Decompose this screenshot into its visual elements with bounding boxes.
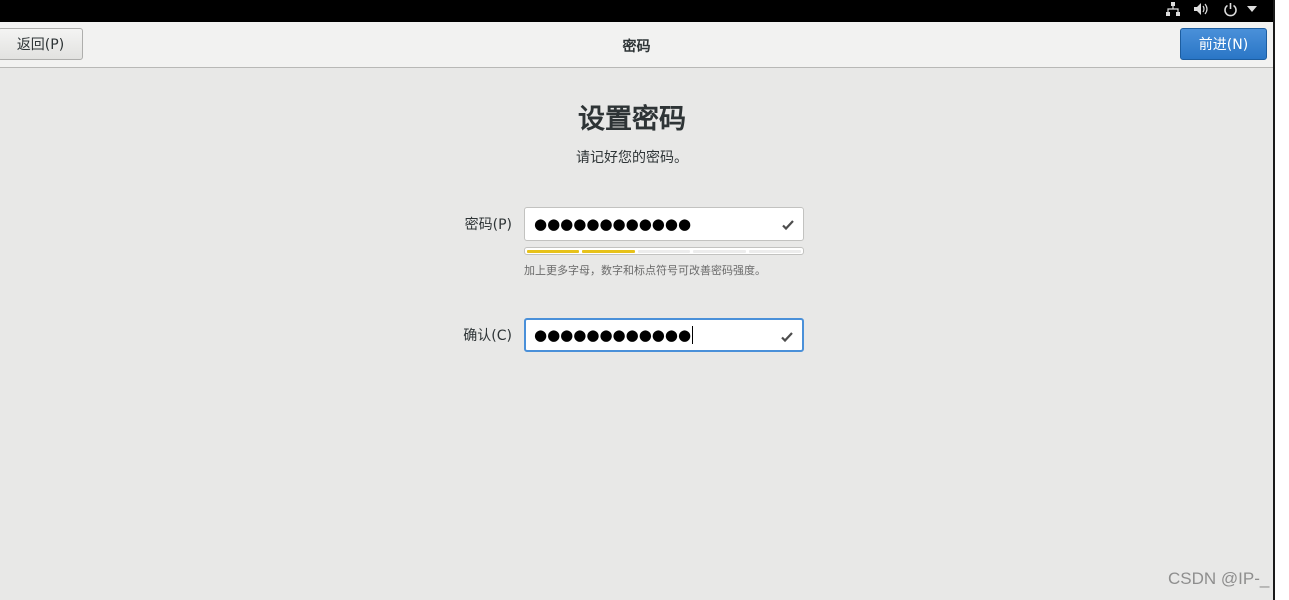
watermark: CSDN @IP-_ bbox=[1168, 569, 1270, 588]
window-edge bbox=[1273, 0, 1289, 600]
page-subtitle: 请记好您的密码。 bbox=[576, 150, 688, 166]
header-title: 密码 bbox=[622, 39, 651, 55]
password-strength-hint: 加上更多字母，数字和标点符号可改善密码强度。 bbox=[524, 264, 766, 277]
password-label: 密码(P) bbox=[464, 217, 512, 233]
text-caret bbox=[692, 326, 694, 344]
strength-segment bbox=[527, 250, 580, 253]
network-icon[interactable] bbox=[1164, 0, 1182, 18]
menu-arrow-icon[interactable] bbox=[1244, 0, 1260, 18]
power-icon[interactable] bbox=[1221, 0, 1239, 18]
password-strength-meter bbox=[524, 247, 804, 255]
strength-segment bbox=[748, 250, 802, 253]
header-bar: 返回(P) 密码 前进(N) bbox=[0, 22, 1273, 68]
next-button[interactable]: 前进(N) bbox=[1180, 28, 1267, 60]
check-icon bbox=[781, 328, 793, 347]
volume-icon[interactable] bbox=[1192, 0, 1210, 18]
system-top-bar bbox=[0, 0, 1273, 22]
confirm-field[interactable]: ●●●●●●●●●●●● bbox=[524, 318, 804, 352]
page-title: 设置密码 bbox=[578, 104, 686, 135]
password-field[interactable]: ●●●●●●●●●●●● bbox=[524, 207, 804, 241]
strength-segment bbox=[693, 250, 746, 253]
password-value: ●●●●●●●●●●●● bbox=[534, 215, 692, 233]
confirm-value: ●●●●●●●●●●●● bbox=[534, 326, 692, 344]
strength-segment bbox=[582, 250, 635, 253]
check-icon bbox=[782, 216, 794, 235]
confirm-label: 确认(C) bbox=[463, 328, 512, 344]
strength-segment bbox=[637, 250, 691, 253]
